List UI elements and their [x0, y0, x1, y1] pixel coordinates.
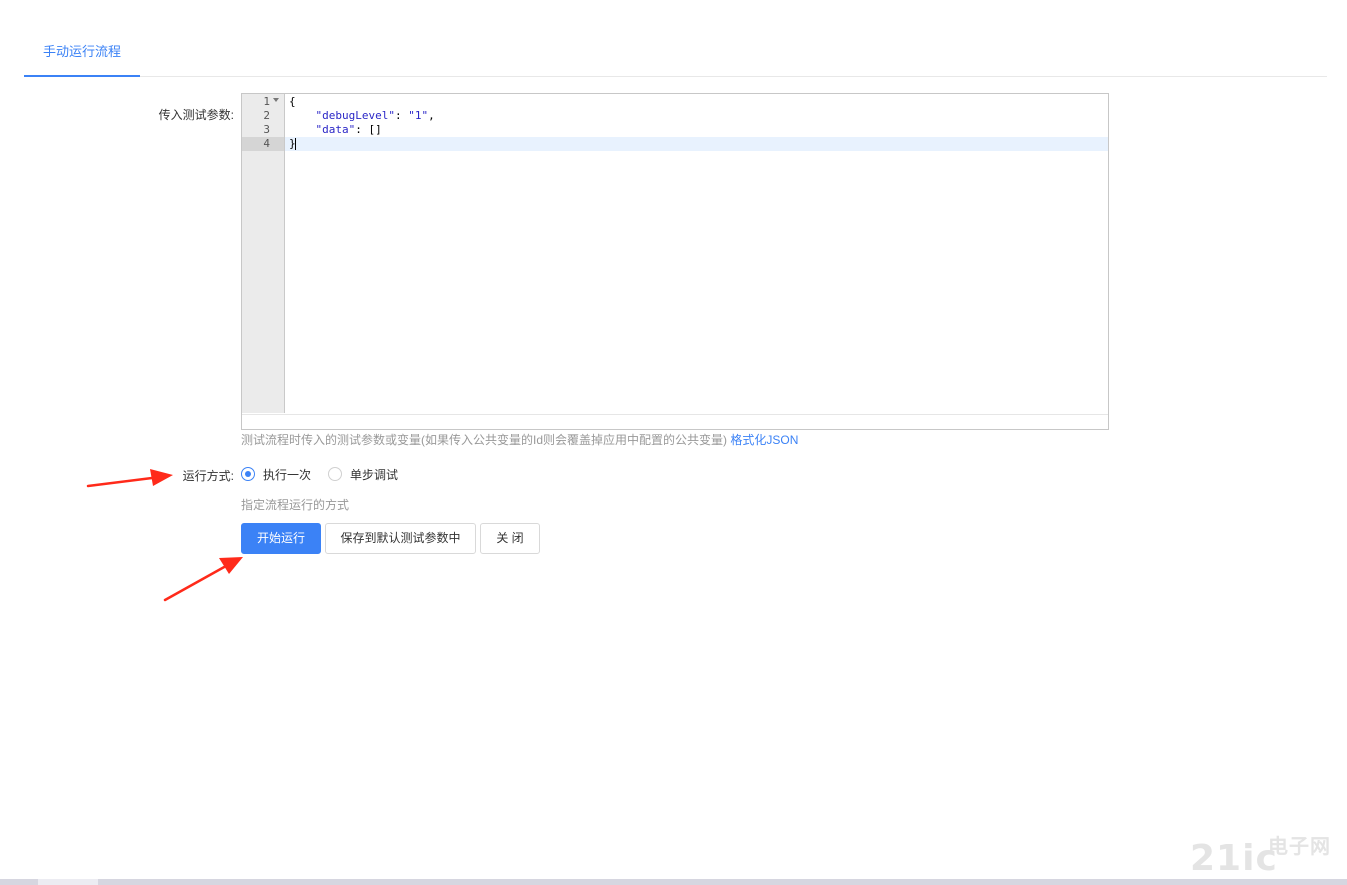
watermark-sub: 电子网: [1268, 834, 1331, 858]
editor-gutter: 1 2 3 4: [242, 94, 285, 413]
json-editor[interactable]: 1 2 3 4 { "debugLevel": "1", "data": [] …: [241, 93, 1109, 430]
code-line: "debugLevel": "1",: [315, 109, 435, 122]
mode-hint: 指定流程运行的方式: [241, 498, 350, 512]
radio-label: 单步调试: [350, 467, 399, 482]
mode-label: 运行方式:: [182, 469, 234, 483]
start-run-button[interactable]: 开始运行: [241, 523, 321, 554]
save-default-params-button[interactable]: 保存到默认测试参数中: [325, 523, 476, 554]
scrollbar-thumb[interactable]: [38, 879, 98, 885]
watermark-main: 21ic: [1190, 838, 1278, 879]
watermark-logo: 21ic 电子网: [1190, 834, 1340, 880]
close-button[interactable]: 关 闭: [480, 523, 540, 554]
code-line: "data": []: [315, 123, 382, 136]
format-json-link[interactable]: 格式化JSON: [730, 433, 798, 447]
tab-bar: 手动运行流程: [24, 28, 1327, 77]
fold-arrow-icon[interactable]: [273, 98, 279, 102]
editor-horizontal-scrollbar[interactable]: [242, 414, 1108, 429]
line-number: 1: [263, 95, 270, 108]
line-number-active: 4: [242, 137, 284, 151]
line-number: 3: [263, 123, 270, 136]
params-hint: 测试流程时传入的测试参数或变量(如果传入公共变量的Id则会覆盖掉应用中配置的公共…: [241, 433, 799, 447]
editor-code-area[interactable]: { "debugLevel": "1", "data": [] }: [285, 94, 1108, 413]
radio-unchecked-icon: [328, 467, 342, 481]
tab-manual-run[interactable]: 手动运行流程: [24, 28, 140, 77]
line-number: 2: [263, 109, 270, 122]
bottom-scrollbar[interactable]: [0, 879, 1347, 885]
annotation-arrow-icon: [163, 557, 243, 602]
radio-checked-icon: [241, 467, 255, 481]
text-cursor: [295, 138, 296, 150]
radio-step-debug[interactable]: 单步调试: [328, 465, 398, 483]
radio-run-once[interactable]: 执行一次: [241, 465, 311, 483]
radio-label: 执行一次: [263, 467, 312, 482]
code-line: {: [289, 95, 296, 108]
active-line-highlight: [285, 137, 1108, 151]
params-label: 传入测试参数:: [158, 108, 234, 122]
